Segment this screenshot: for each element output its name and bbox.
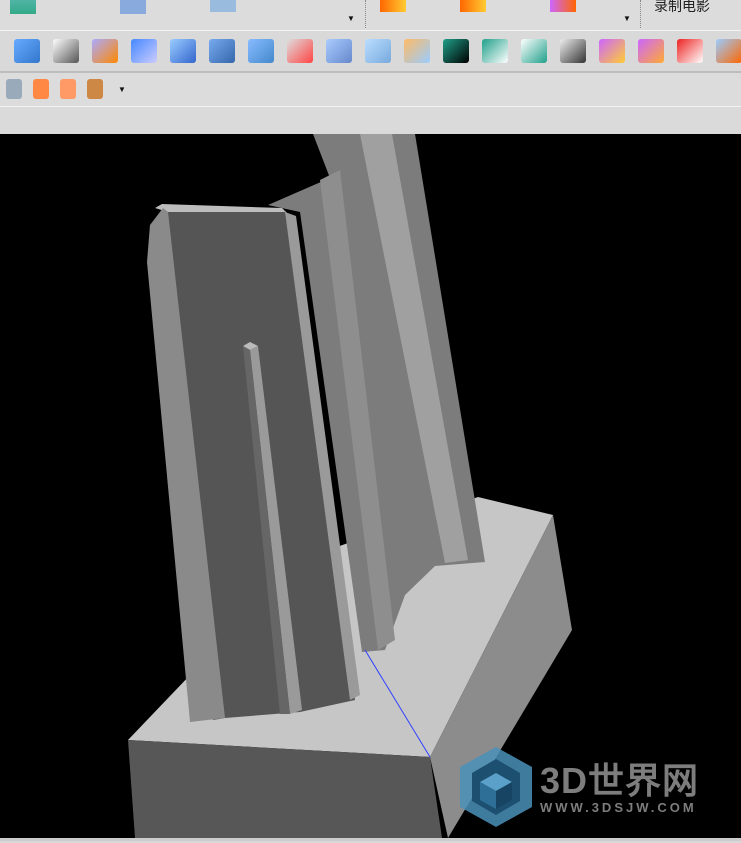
feature-icon[interactable] <box>120 0 146 14</box>
intersect-icon[interactable] <box>560 39 586 63</box>
divider <box>640 0 641 28</box>
emboss-icon[interactable] <box>92 39 118 63</box>
toolbar-row-main <box>0 31 741 73</box>
toolbar-row-top: ▼ ▼ 录制电影 <box>0 0 741 31</box>
sketch-icon[interactable] <box>10 0 36 14</box>
watermark-logo <box>458 745 534 834</box>
dropdown-arrow-icon[interactable]: ▼ <box>347 14 355 23</box>
model-render <box>128 134 572 838</box>
assembly-icon[interactable] <box>87 79 103 99</box>
thicken-icon[interactable] <box>248 39 274 63</box>
dimension-icon[interactable] <box>599 39 625 63</box>
subtract-icon[interactable] <box>521 39 547 63</box>
point-icon[interactable] <box>6 79 22 99</box>
3d-viewport[interactable] <box>0 134 741 838</box>
synchronous-icon[interactable] <box>638 39 664 63</box>
draft-body-icon[interactable] <box>209 39 235 63</box>
move-body-icon[interactable] <box>365 39 391 63</box>
red-box-icon[interactable] <box>716 39 741 63</box>
toolbar-row-third <box>0 73 741 107</box>
divider <box>365 0 366 28</box>
watermark-url: WWW.3DSJW.COM <box>540 800 697 815</box>
offset-region-icon[interactable] <box>53 39 79 63</box>
render-icon[interactable] <box>380 0 406 12</box>
sweep-icon[interactable] <box>287 39 313 63</box>
status-row <box>0 107 741 134</box>
record-movie-button[interactable]: 录制电影 <box>654 0 710 16</box>
feature-icon[interactable] <box>210 0 236 12</box>
pattern-face-icon[interactable] <box>131 39 157 63</box>
unite-icon[interactable] <box>482 39 508 63</box>
dropdown-arrow-icon[interactable]: ▼ <box>118 85 126 94</box>
dropdown-arrow-icon[interactable]: ▼ <box>623 14 631 23</box>
trim-body-icon[interactable] <box>404 39 430 63</box>
replace-face-icon[interactable] <box>170 39 196 63</box>
snap-icon[interactable] <box>60 79 76 99</box>
rotate-icon[interactable] <box>33 79 49 99</box>
hexagon-cube-icon <box>460 747 532 827</box>
extrude-icon[interactable] <box>14 39 40 63</box>
watermark-title: 3D世界网 <box>540 760 700 801</box>
delete-body-icon[interactable] <box>677 39 703 63</box>
split-body-icon[interactable] <box>326 39 352 63</box>
divide-face-icon[interactable] <box>443 39 469 63</box>
render-icon[interactable] <box>460 0 486 12</box>
render-icon[interactable] <box>550 0 576 12</box>
